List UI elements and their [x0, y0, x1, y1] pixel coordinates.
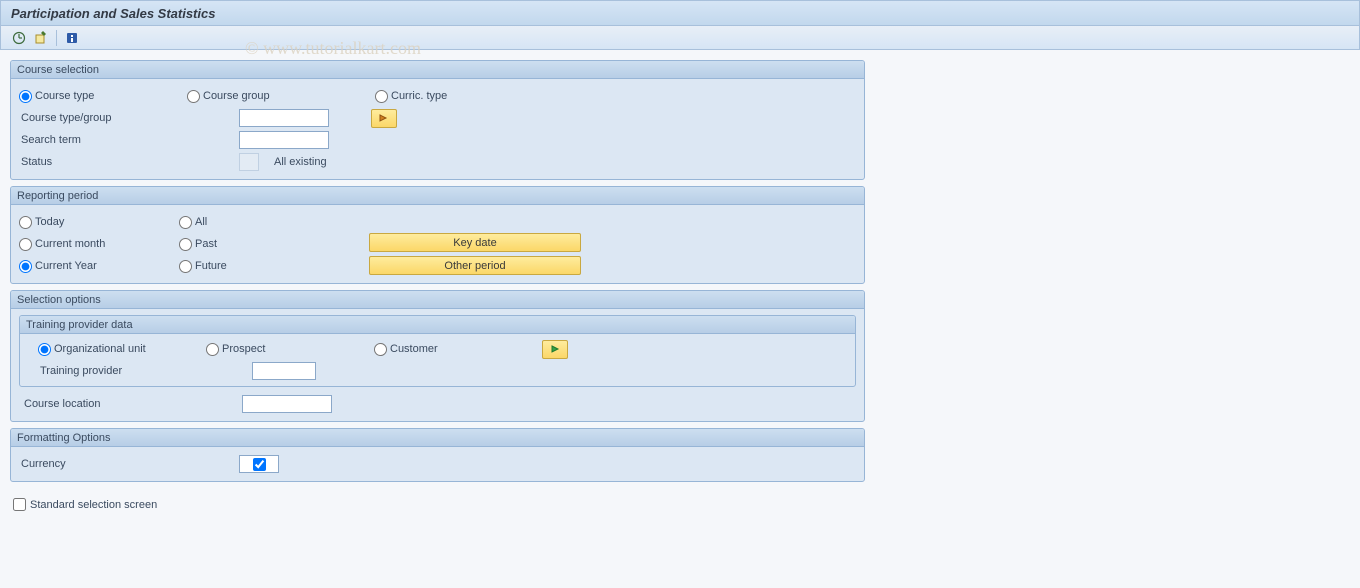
label-status: Status	[19, 156, 239, 168]
other-period-button[interactable]: Other period	[369, 256, 581, 275]
multiple-selection-button[interactable]	[371, 109, 397, 128]
app-toolbar	[0, 26, 1360, 50]
label-course-type-group: Course type/group	[19, 112, 239, 124]
radio-current-month-label: Current month	[35, 238, 105, 250]
radio-customer[interactable]	[374, 343, 387, 356]
radio-course-group-label: Course group	[203, 90, 270, 102]
label-currency: Currency	[19, 458, 239, 470]
input-search-term[interactable]	[239, 131, 329, 149]
radio-course-group[interactable]	[187, 90, 200, 103]
key-date-button[interactable]: Key date	[369, 233, 581, 252]
radio-prospect-label: Prospect	[222, 343, 265, 355]
radio-course-type-label: Course type	[35, 90, 94, 102]
radio-today[interactable]	[19, 216, 32, 229]
reporting-period-group: Reporting period Today Current month	[10, 186, 865, 284]
selection-options-title: Selection options	[11, 291, 864, 309]
page-title: Participation and Sales Statistics	[11, 6, 215, 21]
radio-all[interactable]	[179, 216, 192, 229]
input-training-provider[interactable]	[252, 362, 316, 380]
radio-curric-type[interactable]	[375, 90, 388, 103]
execute-icon[interactable]	[9, 29, 29, 47]
radio-org-unit-label: Organizational unit	[54, 343, 146, 355]
formatting-options-group: Formatting Options Currency	[10, 428, 865, 482]
radio-current-year-label: Current Year	[35, 260, 97, 272]
course-selection-group: Course selection Course type Course grou…	[10, 60, 865, 180]
radio-customer-label: Customer	[390, 343, 438, 355]
label-course-location: Course location	[22, 398, 242, 410]
standard-selection-label: Standard selection screen	[30, 499, 157, 511]
radio-current-year[interactable]	[19, 260, 32, 273]
toolbar-separator	[56, 30, 57, 46]
checkbox-standard-selection[interactable]	[13, 498, 26, 511]
reporting-period-title: Reporting period	[11, 187, 864, 205]
input-course-location[interactable]	[242, 395, 332, 413]
radio-prospect[interactable]	[206, 343, 219, 356]
radio-all-label: All	[195, 216, 207, 228]
formatting-options-title: Formatting Options	[11, 429, 864, 447]
other-period-label: Other period	[444, 260, 505, 272]
training-provider-data-title: Training provider data	[20, 316, 855, 334]
selection-options-group: Selection options Training provider data…	[10, 290, 865, 422]
radio-org-unit[interactable]	[38, 343, 51, 356]
course-selection-title: Course selection	[11, 61, 864, 79]
radio-future-label: Future	[195, 260, 227, 272]
get-variant-icon[interactable]	[31, 29, 51, 47]
training-provider-data-group: Training provider data Organizational un…	[19, 315, 856, 387]
label-training-provider: Training provider	[38, 365, 252, 377]
input-status[interactable]	[239, 153, 259, 171]
info-icon[interactable]	[62, 29, 82, 47]
checkbox-currency[interactable]	[253, 458, 266, 471]
provider-mult-sel-button[interactable]	[542, 340, 568, 359]
radio-past-label: Past	[195, 238, 217, 250]
radio-today-label: Today	[35, 216, 64, 228]
radio-past[interactable]	[179, 238, 192, 251]
standard-selection-row: Standard selection screen	[10, 488, 865, 511]
label-search-term: Search term	[19, 134, 239, 146]
radio-course-type[interactable]	[19, 90, 32, 103]
radio-curric-type-label: Curric. type	[391, 90, 447, 102]
radio-current-month[interactable]	[19, 238, 32, 251]
key-date-label: Key date	[453, 237, 496, 249]
title-bar: Participation and Sales Statistics	[0, 0, 1360, 26]
radio-future[interactable]	[179, 260, 192, 273]
input-course-type-group[interactable]	[239, 109, 329, 127]
status-text: All existing	[274, 156, 327, 168]
